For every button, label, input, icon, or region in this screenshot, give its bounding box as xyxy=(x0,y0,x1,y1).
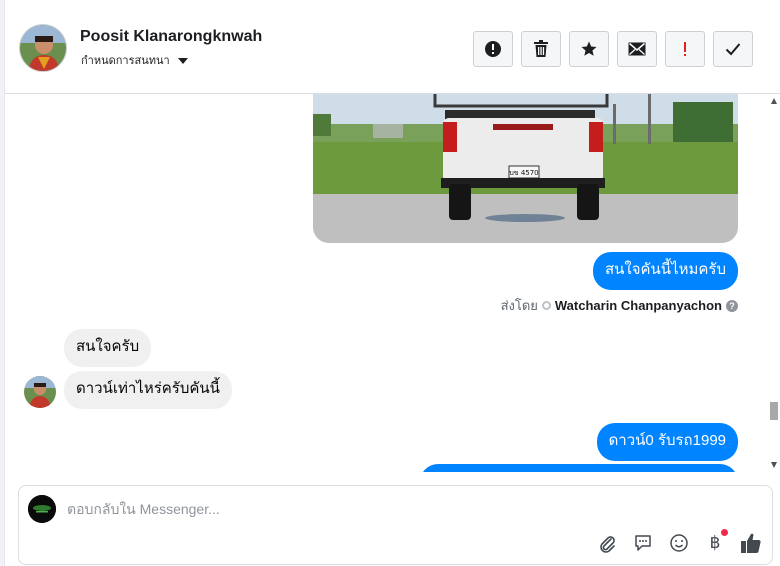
caret-down-icon xyxy=(177,57,188,64)
reply-composer: ฿ xyxy=(18,485,773,565)
assign-label: กำหนดการสนทนา xyxy=(81,55,170,67)
attach-button[interactable] xyxy=(596,532,618,554)
mark-unread-button[interactable] xyxy=(617,31,657,67)
message-photo[interactable]: บข 4570 xyxy=(313,94,738,243)
messenger-conversation-panel: Poosit Klanarongknwah กำหนดการสนทนา บข 4… xyxy=(0,0,780,566)
help-icon[interactable]: ? xyxy=(726,299,738,312)
composer-tools: ฿ xyxy=(596,529,762,554)
message-scrollbar[interactable] xyxy=(768,94,780,472)
mark-done-button[interactable] xyxy=(713,31,753,67)
conversation-header: Poosit Klanarongknwah กำหนดการสนทนา xyxy=(5,0,780,94)
page-avatar xyxy=(28,495,56,523)
delete-button[interactable] xyxy=(521,31,561,67)
emoji-button[interactable] xyxy=(668,532,690,554)
message-thread: บข 4570 สนใจคันนี้ไหมครับ ส่งโดย Watchar… xyxy=(5,94,768,472)
mark-important-button[interactable] xyxy=(665,31,705,67)
notification-dot xyxy=(721,529,728,536)
alert-circle-icon xyxy=(485,41,501,57)
assign-conversation-dropdown[interactable]: กำหนดการสนทนา xyxy=(81,51,188,69)
sent-by-name[interactable]: Watcharin Chanpanyachon xyxy=(555,298,722,313)
thumbs-up-icon xyxy=(741,533,761,553)
sent-by-line: ส่งโดย Watcharin Chanpanyachon ? xyxy=(501,295,738,316)
scroll-up-arrow-icon[interactable] xyxy=(771,98,777,104)
scroll-thumb[interactable] xyxy=(770,402,778,420)
scroll-down-arrow-icon[interactable] xyxy=(771,462,777,468)
baht-icon: ฿ xyxy=(709,533,721,553)
incoming-message[interactable]: ดาวน์เท่าไหร่ครับคันนี้ xyxy=(64,371,232,409)
reply-input[interactable] xyxy=(67,499,627,519)
envelope-icon xyxy=(628,42,646,56)
speech-bubble-icon xyxy=(635,535,651,551)
checkmark-icon xyxy=(725,43,741,56)
incoming-message[interactable]: สนใจครับ xyxy=(64,329,152,367)
outgoing-message-partial[interactable] xyxy=(420,464,738,472)
paperclip-icon xyxy=(600,536,615,553)
outgoing-message[interactable]: สนใจคันนี้ไหมครับ xyxy=(593,252,738,290)
like-button[interactable] xyxy=(740,532,762,554)
saved-replies-button[interactable] xyxy=(632,532,654,554)
sender-avatar[interactable] xyxy=(24,376,56,408)
star-button[interactable] xyxy=(569,31,609,67)
contact-name[interactable]: Poosit Klanarongknwah xyxy=(80,28,262,46)
exclamation-icon xyxy=(684,42,686,56)
star-icon xyxy=(581,41,597,56)
outgoing-message[interactable]: ดาวน์0 รับรถ1999 xyxy=(596,423,738,461)
plate-text: บข 4570 xyxy=(509,169,538,177)
sent-by-prefix: ส่งโดย xyxy=(500,298,538,313)
smiley-icon xyxy=(670,534,688,552)
contact-avatar[interactable] xyxy=(19,24,67,72)
verified-dot-icon xyxy=(541,301,551,310)
payment-button[interactable]: ฿ xyxy=(704,529,728,554)
mark-spam-button[interactable] xyxy=(473,31,513,67)
header-actions xyxy=(473,31,753,67)
trash-icon xyxy=(534,40,548,57)
